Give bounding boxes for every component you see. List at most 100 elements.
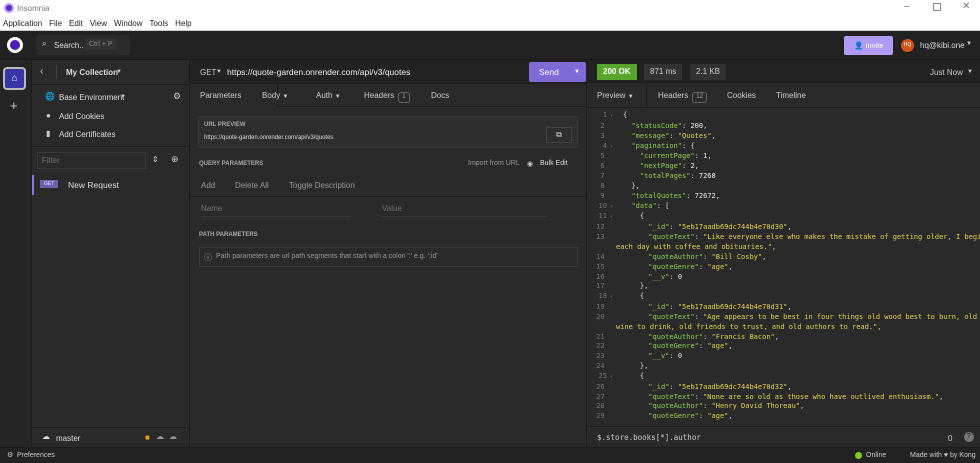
headers-count-badge: 1: [398, 92, 410, 103]
copy-button[interactable]: ⧉: [546, 127, 572, 143]
gear-icon[interactable]: ⚙: [173, 91, 181, 102]
time-badge: 871 ms: [644, 64, 683, 80]
collection-dropdown[interactable]: My Collection: [66, 68, 118, 77]
tab-preview[interactable]: Preview ▼: [587, 83, 647, 108]
line-number: 22: [596, 342, 613, 351]
path-info-text: Path parameters are url path segments th…: [216, 253, 438, 260]
line-number: 21: [596, 332, 613, 341]
menu-help[interactable]: Help: [175, 19, 191, 28]
made-with-kong[interactable]: Made with ♥ by Kong: [910, 452, 976, 459]
tab-auth[interactable]: Auth ▼: [316, 84, 341, 107]
sort-icon[interactable]: ⇕: [152, 155, 159, 164]
status-bar: ⚙ Preferences Online Made with ♥ by Kong: [0, 447, 980, 463]
code-line: 6 "nextPage": 2,: [587, 162, 980, 172]
add-item-icon[interactable]: ⊕: [171, 154, 179, 165]
filter-input[interactable]: [37, 152, 146, 169]
help-icon[interactable]: ?: [964, 432, 974, 442]
method-dropdown[interactable]: GET: [200, 68, 216, 77]
maximize-button[interactable]: [933, 3, 941, 11]
code-line: 5 "currentPage": 1,: [587, 152, 980, 162]
line-number: 9: [600, 191, 613, 200]
project-rail: ⌂ +: [0, 60, 32, 447]
chevron-down-icon[interactable]: ▼: [574, 62, 580, 82]
menu-file[interactable]: File: [49, 19, 62, 28]
add-certificates-button[interactable]: Add Certificates: [59, 130, 115, 139]
search-shortcut: Ctrl + P: [86, 39, 116, 50]
globe-icon: 🌐: [45, 92, 55, 101]
code-line: 25 ▾ {: [587, 372, 980, 383]
param-name-input[interactable]: [201, 201, 351, 217]
bulk-edit-button[interactable]: Bulk Edit: [540, 160, 568, 167]
menu-tools[interactable]: Tools: [149, 19, 168, 28]
line-number: 13: [596, 233, 613, 242]
menu-window[interactable]: Window: [114, 19, 142, 28]
add-project-button[interactable]: +: [10, 98, 18, 113]
code-line: 16 "__v": 0: [587, 273, 980, 283]
response-filter-input[interactable]: $.store.books[*].author: [597, 433, 701, 442]
home-button[interactable]: ⌂: [3, 67, 26, 90]
code-line: 14 "quoteAuthor": "Bill Cosby",: [587, 253, 980, 263]
line-number: 15: [596, 262, 613, 271]
send-button[interactable]: Send ▼: [529, 62, 586, 82]
response-body[interactable]: 1 ▾{2 "statusCode": 200, 3 "message": "Qu…: [587, 111, 980, 423]
response-tabs: Preview ▼ Headers 12 Cookies Timeline: [587, 83, 980, 108]
line-number: 5: [600, 152, 613, 161]
line-number: 6: [600, 162, 613, 171]
code-line: 4 ▾ "pagination": {: [587, 142, 980, 153]
import-from-url-button[interactable]: Import from URL: [468, 160, 520, 167]
add-user-icon: 👤: [854, 41, 864, 50]
code-line: 1 ▾{: [587, 111, 980, 122]
add-cookies-button[interactable]: Add Cookies: [59, 112, 104, 121]
tab-docs[interactable]: Docs: [431, 84, 449, 107]
pull-icon[interactable]: ☁: [156, 432, 164, 441]
code-line: 19 "_id": "5eb17aadb69dc744b4e70d31",: [587, 303, 980, 313]
menu-edit[interactable]: Edit: [69, 19, 83, 28]
response-pane: 200 OK 871 ms 2.1 KB Just Now ▼ Preview …: [587, 60, 980, 447]
url-input[interactable]: https://quote-garden.onrender.com/api/v3…: [227, 67, 410, 77]
sidebar: ‹ My Collection ▼ 🌐 Base Environment ▼ ⚙…: [32, 60, 190, 447]
line-number: 19: [596, 303, 613, 312]
avatar: HQ: [901, 39, 914, 52]
line-number: 27: [596, 392, 613, 401]
param-value-input[interactable]: [382, 201, 546, 217]
delete-all-button[interactable]: Delete All: [235, 181, 269, 190]
menu-view[interactable]: View: [90, 19, 107, 28]
user-menu[interactable]: hq@kibi.one: [920, 41, 965, 50]
line-number: 12: [596, 223, 613, 232]
back-button[interactable]: ‹: [40, 66, 43, 77]
menu-application[interactable]: Application: [3, 19, 42, 28]
search-button[interactable]: ⌕ Search.. Ctrl + P: [36, 35, 130, 55]
chevron-down-icon: ▼: [966, 41, 972, 47]
tab-headers[interactable]: Headers 1: [364, 84, 410, 107]
history-dropdown[interactable]: Just Now: [930, 68, 963, 77]
search-label: Search..: [54, 41, 84, 50]
toggle-description-button[interactable]: Toggle Description: [289, 181, 355, 190]
filter-result-count: 0: [948, 434, 953, 443]
tab-response-headers[interactable]: Headers 12: [658, 83, 707, 108]
gear-icon: ⚙: [7, 452, 14, 459]
online-status: Online: [866, 452, 887, 459]
home-icon: ⌂: [11, 73, 18, 84]
branch-dropdown[interactable]: master: [56, 434, 80, 443]
preferences-button[interactable]: Preferences: [17, 452, 55, 459]
request-tabs: Parameters Body ▼ Auth ▼ Headers 1 Docs: [190, 84, 587, 107]
tab-body[interactable]: Body ▼: [262, 84, 288, 107]
tab-cookies[interactable]: Cookies: [727, 83, 756, 108]
toggle-icon[interactable]: ◉: [527, 160, 533, 168]
package-icon[interactable]: ■: [145, 433, 150, 442]
invite-button[interactable]: 👤 Invite: [844, 36, 893, 55]
title-bar: Insomnia – ✕: [0, 0, 980, 16]
headers-count-badge: 12: [692, 92, 707, 103]
minimize-button[interactable]: –: [904, 1, 910, 12]
close-button[interactable]: ✕: [962, 1, 970, 12]
push-icon[interactable]: ☁: [169, 432, 177, 441]
line-number: 10 ▾: [598, 201, 613, 210]
code-line: 10 ▾ "data": [: [587, 202, 980, 213]
add-param-button[interactable]: Add: [201, 181, 215, 190]
menu-bar: Application File Edit View Window Tools Help: [0, 16, 980, 31]
environment-dropdown[interactable]: Base Environment: [59, 93, 124, 102]
line-number: 26: [596, 382, 613, 391]
request-item[interactable]: GET New Request: [32, 175, 190, 195]
tab-timeline[interactable]: Timeline: [776, 83, 806, 108]
cloud-icon: ☁: [42, 432, 50, 441]
